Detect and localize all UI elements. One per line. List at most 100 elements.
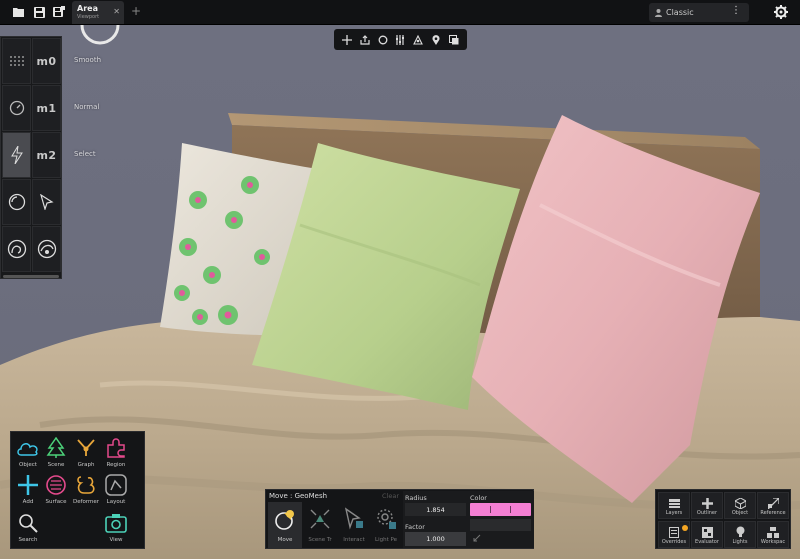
tool-label: Move bbox=[277, 537, 293, 543]
color-swatch[interactable] bbox=[470, 503, 531, 516]
node-add-button[interactable]: Add bbox=[13, 472, 43, 508]
node-object-button[interactable]: Object bbox=[13, 435, 43, 471]
node-deformer-button[interactable]: Deformer bbox=[71, 472, 101, 508]
editor-evaluator-button[interactable]: Evaluator bbox=[691, 521, 723, 548]
mode-m0-button[interactable]: m0 bbox=[32, 38, 61, 84]
smooth-brush-icon bbox=[37, 239, 56, 259]
node-scene-button[interactable]: Scene bbox=[41, 435, 71, 471]
tree-icon bbox=[43, 435, 69, 461]
editor-label: Lights bbox=[732, 539, 748, 545]
editor-overrides-button[interactable]: Overrides bbox=[658, 521, 690, 548]
grid-dots-tool[interactable] bbox=[2, 38, 31, 84]
layers-icon[interactable] bbox=[448, 34, 460, 46]
deformer-icon bbox=[73, 472, 99, 498]
editor-reference-button[interactable]: Reference bbox=[757, 492, 789, 519]
palette-scrollbar[interactable] bbox=[3, 275, 59, 278]
node-layout-button[interactable]: Layout bbox=[101, 472, 131, 508]
node-view-button[interactable]: View bbox=[101, 510, 131, 546]
layout-icon bbox=[103, 472, 129, 498]
node-label: Add bbox=[22, 499, 34, 505]
save-as-icon[interactable] bbox=[52, 5, 66, 19]
editor-label: Reference bbox=[760, 510, 786, 516]
add-tab-icon[interactable]: + bbox=[131, 4, 141, 18]
color-swatch-marker bbox=[490, 506, 491, 513]
pointer-tool[interactable] bbox=[32, 179, 61, 225]
more-vertical-icon[interactable]: ⋮ bbox=[731, 6, 741, 16]
close-icon[interactable]: ✕ bbox=[113, 7, 120, 16]
camera-icon bbox=[103, 510, 129, 536]
tool-interact-button[interactable]: Interact bbox=[337, 502, 371, 548]
node-label: Surface bbox=[45, 499, 67, 505]
mode-code: m1 bbox=[36, 101, 57, 115]
tool-settings-panel: Move : GeoMesh Clear Move Scene Tr Inter… bbox=[265, 489, 534, 549]
circle-tool[interactable] bbox=[2, 179, 31, 225]
tab-area[interactable]: Area Viewport ✕ bbox=[72, 1, 124, 24]
mode-label-smooth: Smooth bbox=[74, 56, 102, 64]
viewport-toolbar bbox=[334, 29, 467, 50]
mode-m1-button[interactable]: m1 bbox=[32, 85, 61, 131]
node-library-panel: Object Scene Graph Region Add Surface De… bbox=[10, 431, 145, 549]
sculpt-tool[interactable] bbox=[2, 226, 31, 272]
editor-layers-button[interactable]: Layers bbox=[658, 492, 690, 519]
color-secondary-field[interactable] bbox=[470, 519, 531, 531]
mode-code: m2 bbox=[36, 148, 57, 162]
plus-icon bbox=[15, 472, 41, 498]
overrides-icon bbox=[668, 526, 680, 538]
surface-icon bbox=[43, 472, 69, 498]
link-icon[interactable] bbox=[473, 534, 481, 544]
export-icon[interactable] bbox=[359, 34, 371, 46]
workspace-label: Classic bbox=[666, 8, 694, 17]
gauge-tool[interactable] bbox=[2, 85, 31, 131]
sliders-icon[interactable] bbox=[394, 34, 406, 46]
tool-move-button[interactable]: Move bbox=[268, 502, 302, 548]
smooth-brush-tool[interactable] bbox=[32, 226, 61, 272]
add-icon[interactable] bbox=[341, 34, 353, 46]
open-folder-icon[interactable] bbox=[12, 5, 26, 19]
clear-button[interactable]: Clear bbox=[382, 492, 399, 500]
tool-light-paint-button[interactable]: Light Pe bbox=[369, 502, 403, 548]
tool-palette: m0 m1 m2 bbox=[0, 36, 62, 279]
node-graph-button[interactable]: Graph bbox=[71, 435, 101, 471]
circle-icon bbox=[8, 193, 25, 211]
search-icon bbox=[15, 510, 41, 536]
editor-object-button[interactable]: Object bbox=[724, 492, 756, 519]
cursor-arrow-icon bbox=[39, 194, 54, 210]
gauge-icon bbox=[9, 100, 24, 116]
node-region-button[interactable]: Region bbox=[101, 435, 131, 471]
tool-scene-transform-button[interactable]: Scene Tr bbox=[303, 502, 337, 548]
transform-icon[interactable] bbox=[412, 34, 424, 46]
editor-label: Outliner bbox=[696, 510, 718, 516]
node-label: Object bbox=[19, 462, 37, 468]
mode-m2-button[interactable]: m2 bbox=[32, 132, 61, 178]
notification-badge bbox=[682, 525, 688, 531]
evaluator-icon bbox=[701, 526, 713, 538]
refresh-icon[interactable] bbox=[377, 34, 389, 46]
lightning-icon bbox=[10, 146, 23, 164]
tool-label: Scene Tr bbox=[308, 537, 332, 543]
editor-label: Evaluator bbox=[695, 539, 719, 545]
editor-label: Layers bbox=[665, 510, 683, 516]
light-paint-icon bbox=[373, 505, 399, 533]
workspace-selector[interactable]: Classic ⋮ bbox=[649, 3, 749, 22]
editor-outliner-button[interactable]: Outliner bbox=[691, 492, 723, 519]
editors-panel: Layers Outliner Object Reference Overrid… bbox=[655, 489, 791, 549]
location-pin-icon[interactable] bbox=[430, 34, 442, 46]
editor-label: Object bbox=[731, 510, 749, 516]
editor-label: Overrides bbox=[661, 539, 687, 545]
factor-label: Factor bbox=[405, 523, 425, 531]
radius-input[interactable]: 1.854 bbox=[405, 503, 466, 516]
editor-lights-button[interactable]: Lights bbox=[724, 521, 756, 548]
factor-input[interactable]: 1.000 bbox=[405, 532, 466, 546]
workspace-icon bbox=[767, 526, 779, 538]
tool-label: Light Pe bbox=[375, 537, 397, 543]
save-icon[interactable] bbox=[32, 5, 46, 19]
node-label: Graph bbox=[77, 462, 95, 468]
radius-label: Radius bbox=[405, 494, 427, 502]
settings-gear-icon[interactable] bbox=[774, 5, 788, 19]
node-surface-button[interactable]: Surface bbox=[41, 472, 71, 508]
lightning-tool[interactable] bbox=[2, 132, 31, 178]
node-search-button[interactable]: Search bbox=[13, 510, 43, 546]
color-label: Color bbox=[470, 494, 487, 502]
editor-workspace-button[interactable]: Workspac bbox=[757, 521, 789, 548]
grid-dots-icon bbox=[9, 56, 24, 66]
